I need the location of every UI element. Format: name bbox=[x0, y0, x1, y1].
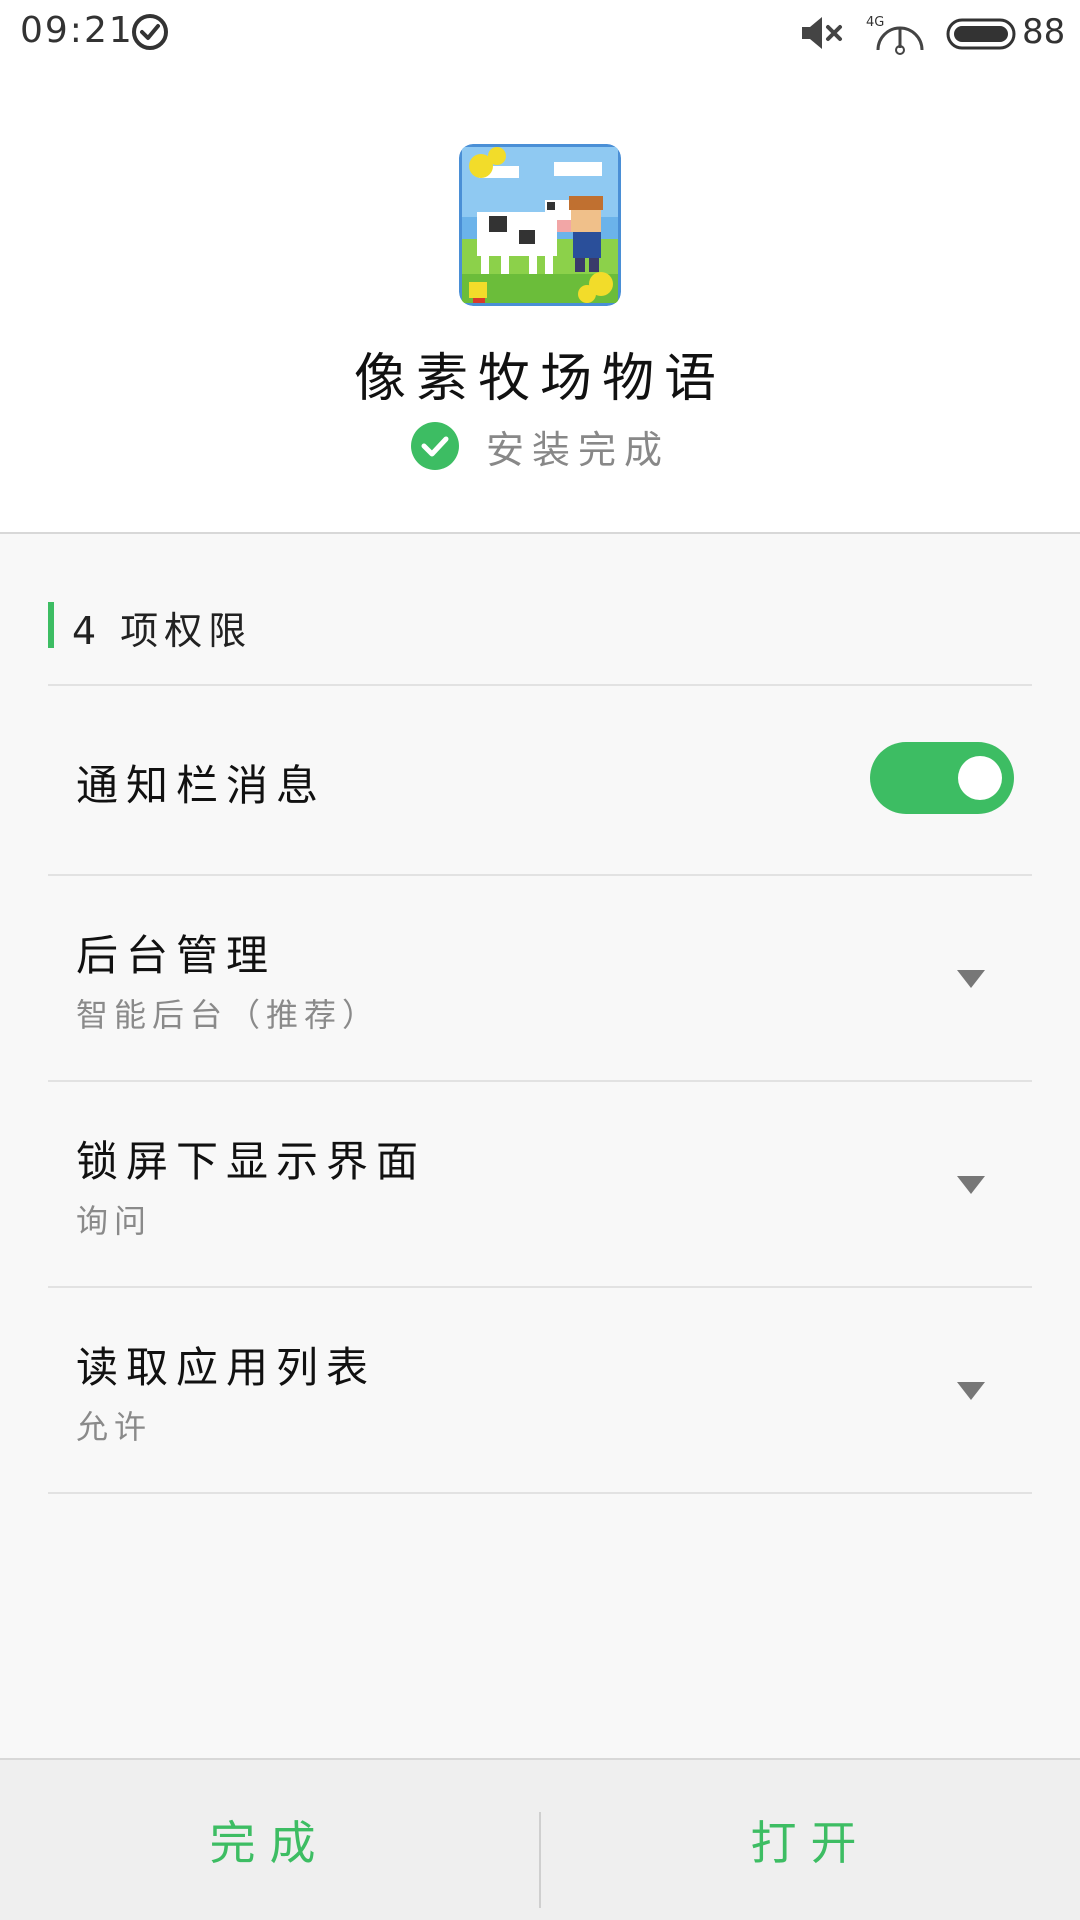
divider bbox=[48, 874, 1032, 876]
dropdown-arrow-icon[interactable] bbox=[957, 970, 985, 988]
permission-label-lockscreen: 锁屏下显示界面 bbox=[76, 1137, 427, 1186]
check-circle-icon bbox=[410, 421, 460, 471]
permission-value-background: 智能后台（推荐） bbox=[76, 996, 381, 1034]
status-bar: 09:21 4G 88 bbox=[0, 0, 1080, 66]
network-type: 4G bbox=[866, 15, 884, 30]
check-circle-icon bbox=[130, 12, 170, 52]
permission-value-applist: 允许 bbox=[76, 1408, 153, 1446]
signal-icon: 4G bbox=[864, 10, 934, 56]
dropdown-arrow-icon[interactable] bbox=[957, 1176, 985, 1194]
open-button[interactable]: 打开 bbox=[541, 1760, 1080, 1920]
section-accent-bar bbox=[48, 602, 54, 648]
battery-level: 88 bbox=[1022, 12, 1066, 52]
divider bbox=[48, 1492, 1032, 1494]
bottom-action-bar: 完成 打开 bbox=[0, 1758, 1080, 1920]
battery-icon bbox=[946, 18, 1018, 50]
dropdown-arrow-icon[interactable] bbox=[957, 1382, 985, 1400]
permission-label-background: 后台管理 bbox=[76, 931, 277, 980]
status-time: 09:21 bbox=[20, 10, 134, 51]
notifications-toggle[interactable] bbox=[870, 742, 1014, 814]
done-button[interactable]: 完成 bbox=[0, 1760, 539, 1920]
divider bbox=[48, 1080, 1032, 1082]
permissions-panel: 4 项权限 通知栏消息 后台管理 智能后台（推荐） 锁屏下显示界面 询问 读取应… bbox=[0, 534, 1080, 1758]
app-icon bbox=[459, 144, 621, 306]
permission-label-notifications: 通知栏消息 bbox=[76, 761, 327, 810]
divider bbox=[48, 684, 1032, 686]
permissions-title: 4 项权限 bbox=[72, 609, 253, 653]
install-status: 安装完成 bbox=[0, 418, 1080, 474]
install-status-text: 安装完成 bbox=[485, 427, 670, 472]
divider bbox=[48, 1286, 1032, 1288]
app-name: 像素牧场物语 bbox=[353, 349, 726, 409]
app-header: 像素牧场物语 安装完成 bbox=[0, 66, 1080, 532]
toggle-knob bbox=[958, 756, 1002, 800]
mute-icon bbox=[800, 14, 846, 52]
permission-label-applist: 读取应用列表 bbox=[76, 1343, 377, 1392]
permission-value-lockscreen: 询问 bbox=[76, 1202, 153, 1240]
